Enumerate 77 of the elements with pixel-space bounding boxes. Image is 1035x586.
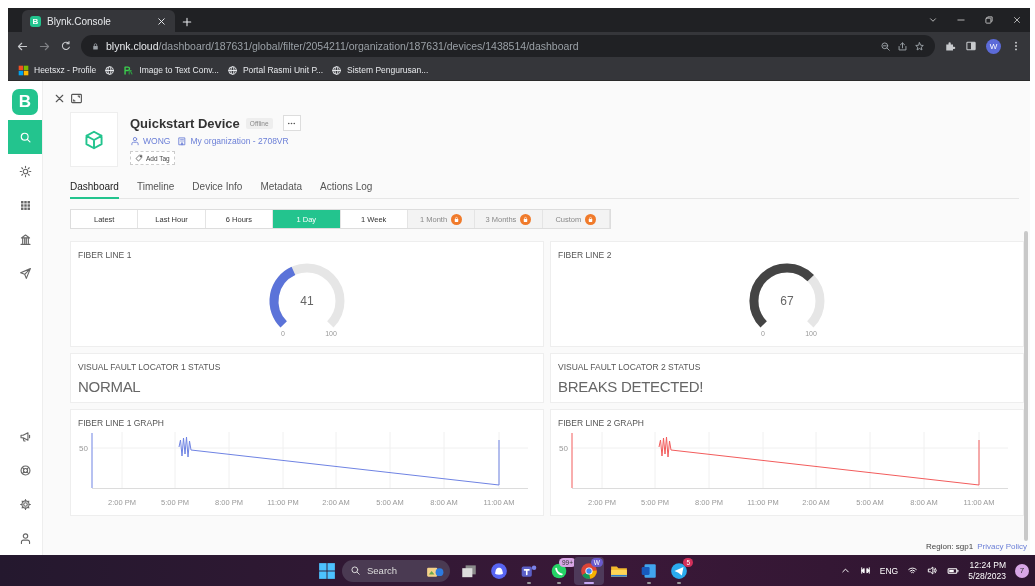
notification-badge[interactable]: 7: [1015, 563, 1029, 578]
status-value: BREAKS DETECTED!: [558, 378, 705, 395]
settings-icon: [18, 497, 32, 511]
speaker-icon[interactable]: [927, 565, 939, 576]
bank-icon: [18, 232, 32, 246]
device-name: Quickstart Device: [130, 115, 240, 131]
search-icon: [18, 130, 32, 144]
bookmark[interactable]: Portal Rasmi Unit P...: [242, 65, 324, 75]
browser-tab[interactable]: B Blynk.Console: [22, 10, 175, 32]
expand-icon[interactable]: [70, 91, 83, 105]
document-icon: [640, 561, 658, 580]
wifi-icon[interactable]: [907, 565, 919, 576]
profile-avatar[interactable]: W: [986, 38, 1001, 54]
search-icon: [350, 565, 361, 576]
globe-icon: [226, 64, 238, 76]
restore-icon[interactable]: [984, 15, 994, 25]
taskbar-search[interactable]: Search: [342, 559, 450, 582]
lock-icon: [91, 41, 100, 51]
clock-date[interactable]: 5/28/2023: [968, 570, 1006, 582]
share-icon[interactable]: [897, 40, 908, 52]
close-icon[interactable]: [156, 15, 167, 27]
cube-icon: [83, 128, 105, 151]
page-tab[interactable]: Timeline: [136, 181, 175, 199]
grid-icon: [18, 198, 32, 212]
network-icon[interactable]: [859, 565, 871, 576]
axis-label: 50: [79, 444, 88, 453]
scrollbar[interactable]: [1024, 231, 1028, 541]
bookmark[interactable]: Sistem Pengurusan...: [347, 65, 429, 75]
windows-logo-icon: [18, 64, 29, 76]
widget-title: VISUAL FAULT LOCATOR 1 STATUS: [78, 362, 222, 372]
clock-time[interactable]: 12:24 PM: [969, 559, 1006, 571]
widget-title: VISUAL FAULT LOCATOR 2 STATUS: [558, 362, 702, 372]
address-bar[interactable]: blynk.cloud/dashboard/187631/global/filter/2054211/organization/187631/devices/1438514/dashboard: [81, 35, 935, 57]
letters-logo-icon: [123, 64, 135, 76]
region-label: Region: sgp1: [926, 542, 974, 551]
start-icon[interactable]: [318, 561, 336, 580]
tag-icon: [135, 154, 143, 162]
language-indicator[interactable]: ENG: [879, 565, 899, 576]
globe-icon[interactable]: [104, 64, 116, 76]
widget-title: FIBER LINE 2 GRAPH: [558, 418, 645, 428]
sun-icon: [18, 164, 32, 178]
widget-title: FIBER LINE 1: [78, 250, 133, 260]
puzzle-icon[interactable]: [944, 40, 956, 52]
new-tab-icon[interactable]: [181, 16, 193, 28]
widget-title: FIBER LINE 2: [558, 250, 613, 260]
reload-icon[interactable]: [60, 40, 72, 52]
gauge-value: 41: [300, 294, 314, 308]
url-text: blynk.cloud/dashboard/187631/global/filter/2054211/organization/187631/devices/1438514/dashboard: [106, 40, 580, 52]
bookmark[interactable]: Image to Text Conv...: [139, 65, 219, 75]
owner-link[interactable]: WONG: [143, 136, 171, 146]
status-value: NORMAL: [78, 378, 142, 395]
person-icon: [18, 531, 32, 545]
browser-icon: [580, 561, 598, 580]
tab-title: Blynk.Console: [47, 15, 112, 27]
globe-icon: [331, 64, 343, 76]
page-tab[interactable]: Device Info: [192, 181, 243, 199]
user-icon: [130, 136, 140, 146]
paper-plane-icon: [18, 266, 32, 280]
zoom-icon[interactable]: [880, 40, 891, 52]
star-icon[interactable]: [914, 40, 925, 52]
favicon: B: [30, 15, 41, 27]
side-panel-icon[interactable]: [965, 40, 977, 52]
page-tab[interactable]: Actions Log: [320, 181, 373, 199]
gauge-value: 67: [780, 294, 794, 308]
widget-title: FIBER LINE 1 GRAPH: [78, 418, 165, 428]
page-tab[interactable]: Metadata: [260, 181, 303, 199]
axis-label: 50: [559, 444, 568, 453]
close-icon[interactable]: [1012, 15, 1022, 25]
paper-plane-icon: [670, 561, 688, 580]
lifebuoy-icon: [18, 463, 32, 477]
privacy-link[interactable]: Privacy Policy: [977, 542, 1027, 551]
organization-link[interactable]: My organization - 2708VR: [190, 136, 289, 146]
chevron-down-icon[interactable]: [928, 15, 938, 25]
megaphone-icon: [18, 429, 32, 443]
building-icon: [177, 136, 188, 146]
page-tab[interactable]: Dashboard: [70, 181, 119, 199]
bookmark[interactable]: Heetsxz - Profile: [34, 65, 97, 75]
